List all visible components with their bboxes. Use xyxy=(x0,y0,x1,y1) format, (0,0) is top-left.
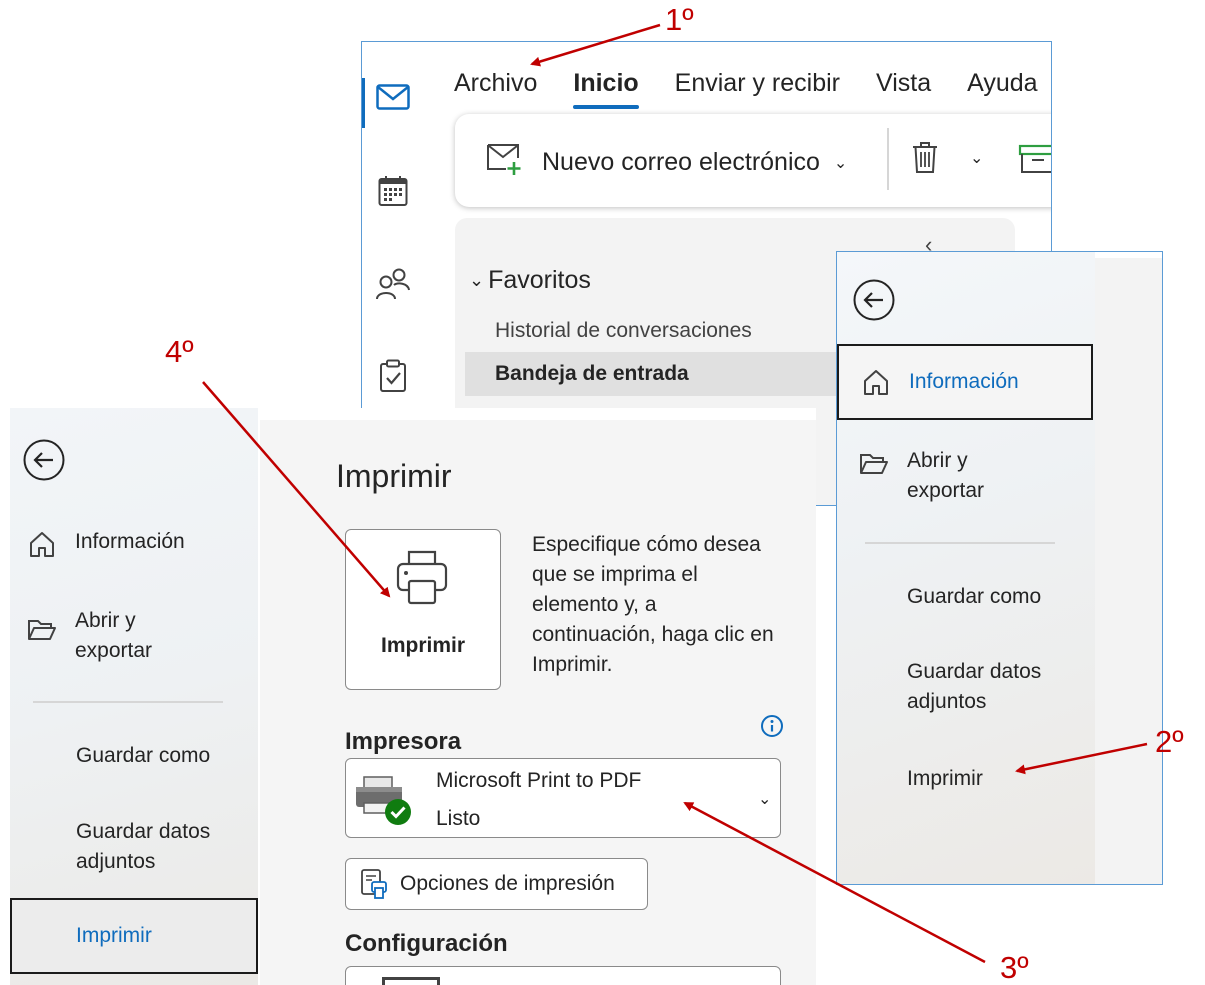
annotation-arrows xyxy=(202,23,1148,964)
stage: Archivo Inicio Enviar y recibir Vista Ay… xyxy=(0,0,1205,985)
step-label-1: 1º xyxy=(665,2,694,37)
arrow-step-3 xyxy=(683,801,986,964)
arrow-step-1 xyxy=(530,23,661,67)
step-label-3: 3º xyxy=(1000,950,1029,985)
arrow-step-4 xyxy=(202,381,391,598)
arrow-step-2 xyxy=(1015,742,1148,775)
step-label-2: 2º xyxy=(1155,724,1184,759)
step-label-4: 4º xyxy=(165,334,194,369)
